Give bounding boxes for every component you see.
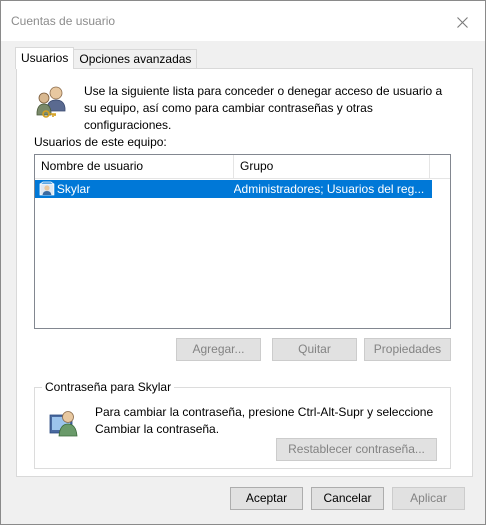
title-bar: Cuentas de usuario	[1, 1, 485, 41]
add-button[interactable]: Agregar...	[176, 338, 261, 361]
password-group-legend: Contraseña para Skylar	[42, 380, 175, 394]
user-name-cell: Skylar	[56, 182, 91, 196]
window-title: Cuentas de usuario	[11, 14, 116, 28]
column-header-group[interactable]: Grupo	[234, 155, 430, 179]
tab-advanced-options[interactable]: Opciones avanzadas	[73, 49, 198, 69]
cancel-button[interactable]: Cancelar	[311, 487, 384, 510]
password-instructions: Para cambiar la contraseña, presione Ctr…	[95, 405, 434, 436]
properties-button[interactable]: Propiedades	[364, 338, 451, 361]
user-row-skylar[interactable]: Skylar Administradores; Usuarios del reg…	[35, 180, 432, 198]
tab-strip: Usuarios Opciones avanzadas	[15, 47, 198, 69]
users-list-label: Usuarios de este equipo:	[34, 135, 167, 149]
users-listview[interactable]: Nombre de usuario Grupo Skylar Administr…	[34, 154, 451, 329]
column-header-username[interactable]: Nombre de usuario	[35, 155, 234, 179]
password-groupbox: Contraseña para Skylar Para cambiar la c…	[34, 380, 451, 469]
info-text: Use la siguiente lista para conceder o d…	[84, 84, 443, 132]
user-accounts-window: Cuentas de usuario Usuarios Opciones ava…	[0, 0, 486, 525]
ok-button[interactable]: Aceptar	[230, 487, 303, 510]
close-icon	[456, 16, 468, 28]
reset-password-button[interactable]: Restablecer contraseña...	[276, 438, 437, 461]
users-tab-panel: Use la siguiente lista para conceder o d…	[16, 68, 473, 477]
apply-button[interactable]: Aplicar	[392, 487, 465, 510]
users-keys-icon	[36, 86, 66, 118]
tab-users[interactable]: Usuarios	[15, 47, 75, 69]
user-password-icon	[49, 411, 78, 437]
user-icon	[39, 181, 55, 196]
user-group-cell: Administradores; Usuarios del reg...	[233, 182, 425, 196]
remove-button[interactable]: Quitar	[272, 338, 357, 361]
list-header: Nombre de usuario Grupo	[35, 155, 450, 179]
close-button[interactable]	[451, 11, 473, 33]
